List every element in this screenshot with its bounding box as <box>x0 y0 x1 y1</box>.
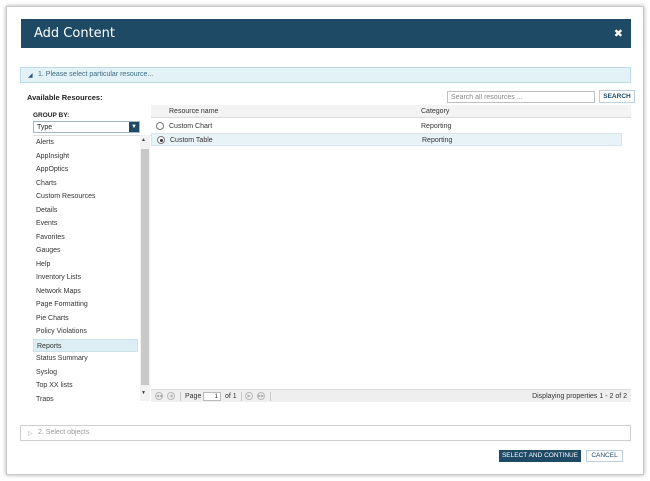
row-radio[interactable] <box>156 122 164 130</box>
list-item-selected[interactable]: Reports <box>33 338 138 352</box>
list-item[interactable]: AppOptics <box>33 163 138 176</box>
collapsed-triangle-icon: ▷ <box>28 431 33 437</box>
list-item[interactable]: Top XX lists <box>33 379 138 392</box>
list-item[interactable]: Favorites <box>33 231 138 244</box>
dialog-title: Add Content <box>34 26 116 41</box>
grid-header: Resource name Category <box>151 105 631 118</box>
group-by-list: Alerts AppInsight AppOptics Charts Custo… <box>33 135 151 401</box>
scrollbar-thumb[interactable] <box>141 149 149 385</box>
list-item[interactable]: Events <box>33 217 138 230</box>
list-item[interactable]: Inventory Lists <box>33 271 138 284</box>
add-content-dialog: Add Content ✖ ◢ 1. Please select particu… <box>20 19 635 463</box>
list-item[interactable]: Status Summary <box>33 352 138 365</box>
search-input[interactable] <box>447 91 595 103</box>
chevron-down-icon[interactable]: ▼ <box>129 122 139 132</box>
table-row-selected[interactable]: Custom Table Reporting <box>151 133 622 146</box>
group-by-label: GROUP BY: <box>33 112 70 119</box>
group-by-select[interactable]: Type ▼ <box>33 121 140 133</box>
list-item[interactable]: Alerts <box>33 136 138 149</box>
row-radio-checked[interactable] <box>157 136 165 144</box>
category-cell: Reporting <box>421 123 452 130</box>
list-item[interactable]: Gauges <box>33 244 138 257</box>
column-header-resource-name[interactable]: Resource name <box>169 108 218 115</box>
scroll-up-icon[interactable]: ▲ <box>141 137 146 143</box>
divider <box>180 392 181 401</box>
last-page-icon[interactable]: ▶▶ <box>257 392 265 400</box>
first-page-icon[interactable]: ◀◀ <box>155 392 163 400</box>
list-item[interactable]: Help <box>33 258 138 271</box>
group-by-value: Type <box>37 124 53 131</box>
cancel-button[interactable]: CANCEL <box>586 450 623 462</box>
list-item[interactable]: Network Maps <box>33 285 138 298</box>
available-resources-label: Available Resources: <box>27 93 103 102</box>
page-label: Page <box>185 393 202 400</box>
resource-name-cell: Custom Chart <box>169 123 213 130</box>
column-header-category[interactable]: Category <box>421 108 449 115</box>
step-1-label: 1. Please select particular resource... <box>38 71 154 78</box>
list-item[interactable]: AppInsight <box>33 150 138 163</box>
prev-page-icon[interactable]: ◀ <box>167 392 175 400</box>
list-item[interactable]: Pie Charts <box>33 312 138 325</box>
resource-name-cell: Custom Table <box>170 137 213 144</box>
category-cell: Reporting <box>422 137 453 144</box>
close-icon[interactable]: ✖ <box>614 27 623 40</box>
group-by-scrollbar[interactable]: ▲ ▼ <box>140 135 150 401</box>
list-item[interactable]: Page Formatting <box>33 298 138 311</box>
display-count-text: Displaying properties 1 - 2 of 2 <box>532 393 627 400</box>
select-and-continue-button[interactable]: SELECT AND CONTINUE <box>499 450 581 462</box>
list-item[interactable]: Policy Violations <box>33 325 138 338</box>
scroll-down-icon[interactable]: ▼ <box>141 390 146 396</box>
resource-grid: Custom Chart Reporting Custom Table Repo… <box>151 119 631 389</box>
next-page-icon[interactable]: ▶ <box>245 392 253 400</box>
step-2-label: 2. Select objects <box>38 429 90 436</box>
list-item[interactable]: Charts <box>33 177 138 190</box>
divider <box>270 392 271 401</box>
search-button[interactable]: SEARCH <box>599 90 635 103</box>
expand-triangle-icon: ◢ <box>28 73 33 79</box>
step-1-header[interactable]: ◢ 1. Please select particular resource..… <box>20 67 631 83</box>
table-row[interactable]: Custom Chart Reporting <box>151 120 622 133</box>
page-of-label: of 1 <box>225 393 237 400</box>
dialog-titlebar: Add Content ✖ <box>21 19 631 48</box>
list-item[interactable]: Details <box>33 204 138 217</box>
dialog-frame: Add Content ✖ ◢ 1. Please select particu… <box>6 6 644 475</box>
list-item[interactable]: Traps <box>33 393 138 402</box>
list-item[interactable]: Syslog <box>33 366 138 379</box>
pagination-bar: ◀◀ ◀ Page 1 of 1 ▶ ▶▶ Displaying propert… <box>151 389 631 402</box>
divider <box>241 392 242 401</box>
step-2-header[interactable]: ▷ 2. Select objects <box>20 425 631 441</box>
list-item[interactable]: Custom Resources <box>33 190 138 203</box>
page-number-input[interactable]: 1 <box>203 392 221 401</box>
